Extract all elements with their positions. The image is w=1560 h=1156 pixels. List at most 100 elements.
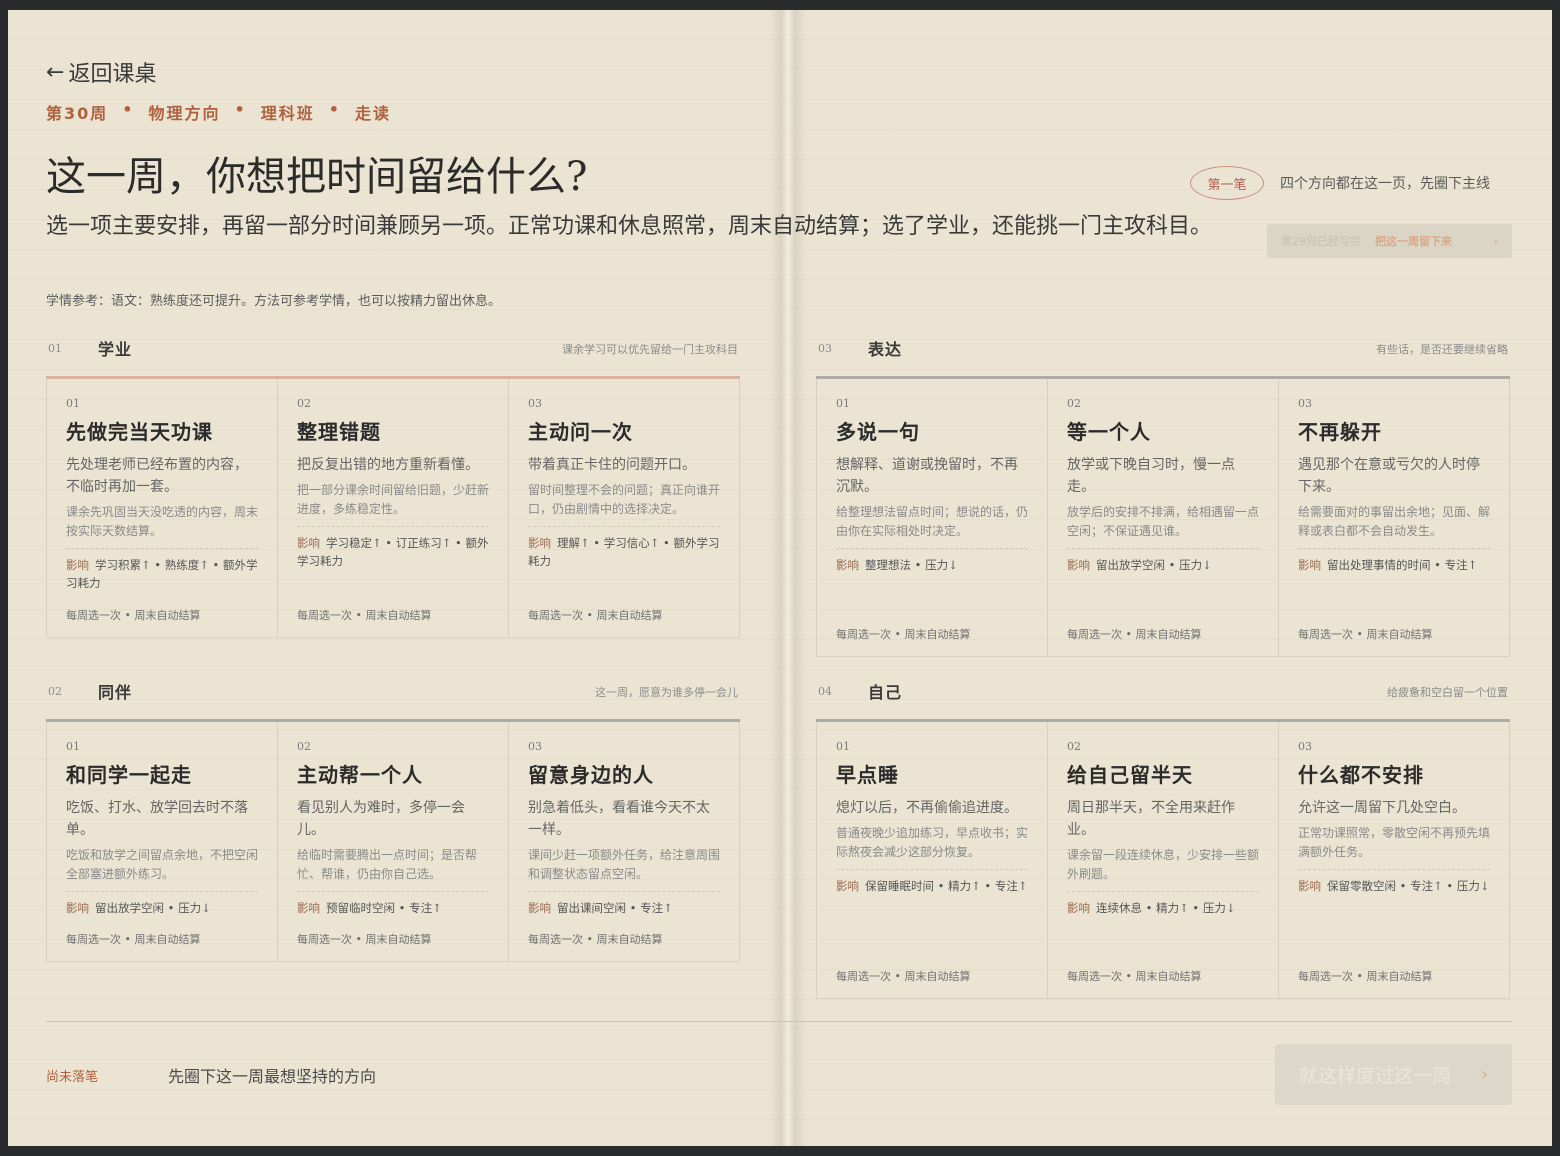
card-title: 主动问一次: [528, 420, 633, 444]
card-footer: 每周选一次 • 周末自动结算: [66, 609, 201, 622]
card-footer: 每周选一次 • 周末自动结算: [528, 609, 663, 622]
card-impact: 影响 学习积累↑ • 熟练度↑ • 额外学习耗力: [66, 548, 258, 592]
impact-label: 影响: [1298, 879, 1321, 893]
crumb-week: 第30周: [46, 104, 109, 123]
card-number: 03: [1298, 397, 1312, 410]
study-hint: 学情参考：语文：熟练度还可提升。方法可参考学情，也可以按精力留出休息。: [46, 294, 502, 309]
card-description: 允许这一周留下几处空白。: [1298, 800, 1466, 816]
crumb-separator: •: [234, 100, 247, 119]
stamp-note: 四个方向都在这一页，先圈下主线: [1280, 176, 1490, 192]
option-card[interactable]: 02 等一个人 放学或下晚自习时，慢一点走。 放学后的安排不排满，给相遇留一点空…: [1048, 379, 1279, 656]
impact-text: 学习积累↑ • 熟练度↑ • 额外学习耗力: [66, 558, 258, 590]
card-description: 吃饭、打水、放学回去时不落单。: [66, 800, 248, 838]
option-card[interactable]: 02 给自己留半天 周日那半天，不全用来赶作业。 课余留一段连续休息，少安排一些…: [1048, 722, 1279, 998]
card-impact: 影响 保留零散空闲 • 专注↑ • 压力↓: [1298, 869, 1490, 895]
impact-label: 影响: [836, 558, 859, 572]
stamp-label: 第一笔: [1207, 177, 1247, 193]
card-impact: 影响 留出处理事情的时间 • 专注↑: [1298, 548, 1490, 574]
card-number: 02: [1067, 740, 1081, 753]
card-detail: 课余留一段连续休息，少安排一些额外刷题。: [1067, 848, 1260, 881]
section-number: 01: [48, 342, 62, 355]
card-detail: 给临时需要腾出一点时间；是否帮忙、帮谁，仍由你自己选。: [297, 848, 478, 881]
save-week-label: 把这一周留下来: [1375, 235, 1452, 248]
card-detail: 给整理想法留点时间；想说的话，仍由你在实际相处时决定。: [836, 505, 1029, 538]
option-card[interactable]: 02 整理错题 把反复出错的地方重新看懂。 把一部分课余时间留给旧题，少赶新进度…: [278, 379, 509, 637]
section-note: 课余学习可以优先留给一门主攻科目: [562, 343, 738, 356]
option-card[interactable]: 03 什么都不安排 允许这一周留下几处空白。 正常功课照常，零散空闲不再预先填满…: [1279, 722, 1509, 998]
card-description: 把反复出错的地方重新看懂。: [297, 457, 479, 473]
impact-text: 理解↑ • 学习信心↑ • 额外学习耗力: [528, 536, 720, 568]
chevron-right-icon: ›: [1480, 1064, 1488, 1085]
confirm-week-button[interactable]: 就这样度过这一周 ›: [1275, 1044, 1512, 1105]
card-description: 周日那半天，不全用来赶作业。: [1067, 800, 1235, 838]
confirm-week-label: 就这样度过这一周: [1299, 1065, 1452, 1087]
impact-label: 影响: [66, 901, 89, 915]
card-title: 留意身边的人: [528, 763, 654, 787]
option-card[interactable]: 01 多说一句 想解释、道谢或挽留时，不再沉默。 给整理想法留点时间；想说的话，…: [817, 379, 1048, 656]
option-card[interactable]: 01 和同学一起走 吃饭、打水、放学回去时不落单。 吃饭和放学之间留点余地，不把…: [47, 722, 278, 961]
section-self: 04 自己 给疲惫和空白留一个位置 01 早点睡 熄灯以后，不再偷偷追进度。 普…: [816, 679, 1510, 999]
save-week-button[interactable]: 第29周已经写完 把这一周留下来 ›: [1267, 224, 1512, 258]
impact-text: 留出课间空闲 • 专注↑: [557, 901, 673, 915]
impact-text: 保留零散空闲 • 专注↑ • 压力↓: [1327, 879, 1490, 893]
option-card[interactable]: 02 主动帮一个人 看见别人为难时，多停一会儿。 给临时需要腾出一点时间；是否帮…: [278, 722, 509, 961]
card-description: 带着真正卡住的问题开口。: [528, 457, 696, 473]
section-expression: 03 表达 有些话，是否还要继续省略 01 多说一句 想解释、道谢或挽留时，不再…: [816, 336, 1510, 657]
card-detail: 吃饭和放学之间留点余地，不把空闲全部塞进额外练习。: [66, 848, 259, 881]
impact-label: 影响: [1067, 558, 1090, 572]
impact-label: 影响: [528, 536, 551, 550]
card-title: 和同学一起走: [66, 763, 192, 787]
card-number: 03: [1298, 740, 1312, 753]
card-title: 给自己留半天: [1067, 763, 1193, 787]
card-number: 01: [836, 740, 850, 753]
card-detail: 正常功课照常，零散空闲不再预先填满额外任务。: [1298, 826, 1491, 859]
card-detail: 把一部分课余时间留给旧题，少赶新进度，多练稳定性。: [297, 483, 490, 516]
card-impact: 影响 学习稳定↑ • 订正练习↑ • 额外学习耗力: [297, 526, 489, 570]
back-to-desk-link[interactable]: ← 返回课桌: [46, 56, 156, 88]
card-description: 想解释、道谢或挽留时，不再沉默。: [836, 457, 1018, 495]
card-number: 02: [297, 397, 311, 410]
option-card[interactable]: 01 先做完当天功课 先处理老师已经布置的内容，不临时再加一套。 课余先巩固当天…: [47, 379, 278, 637]
option-card[interactable]: 03 不再躲开 遇见那个在意或亏欠的人时停下来。 给需要面对的事留出余地；见面、…: [1279, 379, 1509, 656]
card-title: 整理错题: [297, 420, 381, 444]
card-footer: 每周选一次 • 周末自动结算: [1067, 628, 1202, 641]
card-detail: 放学后的安排不排满，给相遇留一点空闲；不保证遇见谁。: [1067, 505, 1260, 538]
option-card[interactable]: 01 早点睡 熄灯以后，不再偷偷追进度。 普通夜晚少追加练习，早点收书；实际熬夜…: [817, 722, 1048, 998]
impact-label: 影响: [1298, 558, 1321, 572]
section-title: 学业: [98, 340, 133, 359]
card-description: 看见别人为难时，多停一会儿。: [297, 800, 465, 838]
week-breadcrumb: 第30周 • 物理方向 • 理科班 • 走读: [46, 100, 391, 124]
card-impact: 影响 保留睡眠时间 • 精力↑ • 专注↑: [836, 869, 1028, 895]
back-label: 返回课桌: [68, 62, 157, 87]
option-card[interactable]: 03 留意身边的人 别急着低头，看看谁今天不太一样。 课间少赶一项额外任务，给注…: [509, 722, 739, 961]
card-footer: 每周选一次 • 周末自动结算: [66, 933, 201, 946]
card-detail: 课间少赶一项额外任务，给注意周围和调整状态留点空闲。: [528, 848, 721, 881]
card-footer: 每周选一次 • 周末自动结算: [836, 628, 971, 641]
selection-hint: 先圈下这一周最想坚持的方向: [168, 1067, 377, 1086]
impact-label: 影响: [528, 901, 551, 915]
option-card[interactable]: 03 主动问一次 带着真正卡住的问题开口。 留时间整理不会的问题；真正向谁开口，…: [509, 379, 739, 637]
impact-text: 整理想法 • 压力↓: [865, 558, 958, 572]
card-impact: 影响 理解↑ • 学习信心↑ • 额外学习耗力: [528, 526, 720, 570]
section-number: 03: [818, 342, 832, 355]
crumb-direction: 物理方向: [148, 104, 221, 123]
previous-week-done: 第29周已经写完: [1281, 235, 1361, 248]
page-title: 这一周，你想把时间留给什么?: [46, 154, 588, 200]
card-title: 主动帮一个人: [297, 763, 423, 787]
card-number: 02: [297, 740, 311, 753]
card-footer: 每周选一次 • 周末自动结算: [1067, 970, 1202, 983]
card-title: 不再躲开: [1298, 420, 1382, 444]
section-number: 02: [48, 685, 62, 698]
section-note: 有些话，是否还要继续省略: [1376, 343, 1508, 356]
crumb-separator: •: [122, 100, 135, 119]
card-number: 01: [66, 740, 80, 753]
card-detail: 留时间整理不会的问题；真正向谁开口，仍由剧情中的选择决定。: [528, 483, 721, 516]
impact-text: 学习稳定↑ • 订正练习↑ • 额外学习耗力: [297, 536, 489, 568]
card-description: 放学或下晚自习时，慢一点走。: [1067, 457, 1235, 495]
card-impact: 影响 留出放学空闲 • 压力↓: [1067, 548, 1259, 574]
section-study: 01 学业 课余学习可以优先留给一门主攻科目 01 先做完当天功课 先处理老师已…: [46, 336, 740, 638]
page-subtitle: 选一项主要安排，再留一部分时间兼顾另一项。正常功课和休息照常，周末自动结算；选了…: [46, 214, 1213, 239]
card-detail: 课余先巩固当天没吃透的内容，周末按实际天数结算。: [66, 505, 259, 538]
impact-text: 预留临时空闲 • 专注↑: [326, 901, 442, 915]
impact-text: 留出放学空闲 • 压力↓: [1096, 558, 1212, 572]
